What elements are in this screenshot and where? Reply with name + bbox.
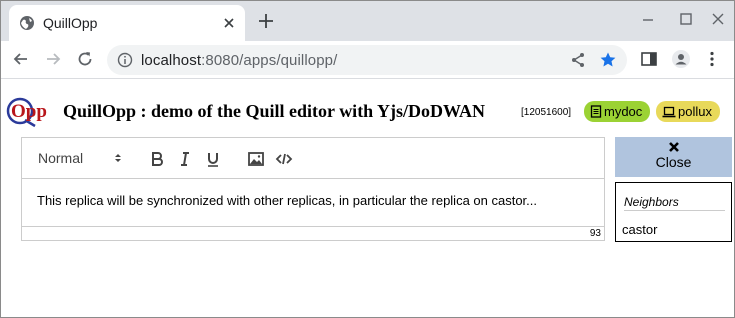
tab-title: QuillOpp (43, 15, 98, 31)
bookmark-star-icon[interactable] (599, 51, 617, 69)
forward-arrow-icon[interactable] (43, 49, 63, 69)
select-arrows-icon[interactable] (114, 152, 122, 164)
version-label: [12051600] (521, 107, 572, 118)
reload-icon[interactable] (75, 49, 95, 69)
window-close-icon[interactable] (710, 11, 726, 27)
side-panel-icon[interactable] (639, 49, 659, 69)
quill-editor: Normal This replica will be synchronized… (21, 137, 605, 241)
info-icon[interactable] (117, 52, 133, 68)
minimize-icon[interactable] (640, 11, 656, 27)
italic-icon[interactable] (176, 150, 194, 168)
close-button[interactable]: Close (615, 137, 732, 177)
close-icon[interactable] (219, 13, 239, 33)
editor-toolbar: Normal (22, 138, 604, 179)
underline-icon[interactable] (204, 150, 222, 168)
image-icon[interactable] (247, 150, 265, 168)
neighbors-divider (624, 210, 725, 211)
kebab-menu-icon[interactable] (702, 49, 722, 69)
document-icon (590, 105, 602, 118)
url-text: localhost:8080/apps/quillopp/ (141, 52, 337, 69)
browser-tab[interactable]: QuillOpp (9, 5, 245, 41)
neighbor-item[interactable]: castor (622, 222, 657, 237)
header-select[interactable]: Normal (38, 150, 83, 166)
page-content: Opp QuillOpp : demo of the Quill editor … (1, 80, 734, 317)
page-title: QuillOpp : demo of the Quill editor with… (63, 101, 486, 121)
laptop-icon (662, 106, 676, 118)
profile-avatar-icon[interactable] (671, 49, 691, 69)
browser-tabstrip: QuillOpp (1, 1, 734, 41)
document-badge: mydoc (584, 101, 651, 122)
editor-status-bar: 93 (22, 226, 604, 240)
neighbors-panel: Neighbors castor (615, 182, 732, 242)
close-button-label: Close (655, 154, 692, 170)
svg-text:Opp: Opp (11, 101, 47, 122)
quillopp-logo: Opp (6, 97, 47, 128)
document-name: mydoc (604, 104, 643, 119)
globe-icon (20, 16, 34, 30)
bold-icon[interactable] (148, 150, 166, 168)
address-bar[interactable]: localhost:8080/apps/quillopp/ (107, 45, 627, 75)
browser-toolbar: localhost:8080/apps/quillopp/ (1, 41, 734, 79)
host-name: pollux (678, 104, 712, 119)
url-host: localhost (141, 52, 202, 69)
neighbors-title: Neighbors (624, 195, 679, 209)
url-path: :8080/apps/quillopp/ (201, 52, 338, 69)
editor-content[interactable]: This replica will be synchronized with o… (37, 193, 537, 208)
new-tab-icon[interactable] (257, 12, 275, 30)
maximize-icon[interactable] (678, 11, 694, 27)
code-block-icon[interactable] (275, 150, 293, 168)
back-arrow-icon[interactable] (11, 49, 31, 69)
host-badge: pollux (656, 101, 720, 122)
close-x-icon (668, 142, 679, 152)
character-count: 93 (589, 228, 601, 239)
share-icon[interactable] (569, 51, 587, 69)
